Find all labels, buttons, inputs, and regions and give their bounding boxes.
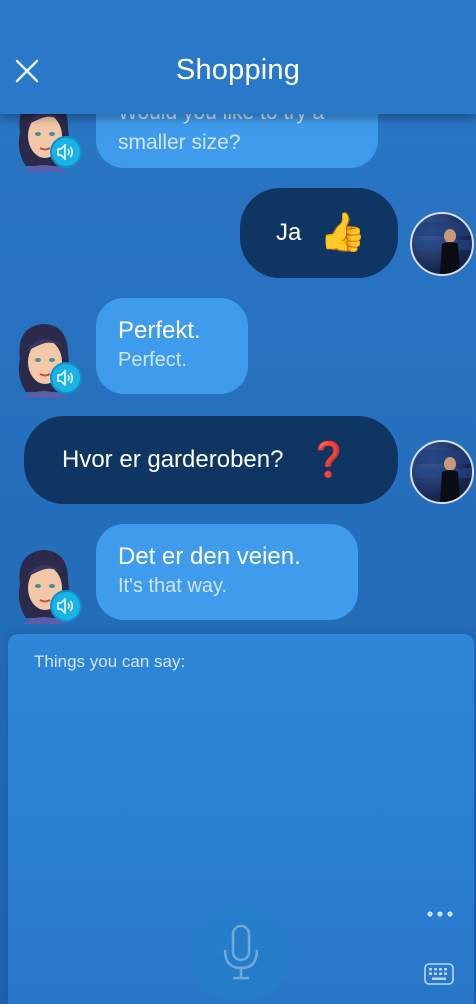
speaker-button[interactable] — [50, 136, 82, 168]
suggestions-panel: Things you can say: — [8, 634, 474, 1004]
thumbs-up-icon: 👍 — [319, 212, 367, 254]
microphone-icon — [223, 924, 259, 980]
question-mark-icon: ❓ — [307, 441, 350, 479]
message-translation: Perfect. — [118, 349, 187, 371]
message-text: Perfekt. — [118, 317, 201, 344]
speaker-icon — [57, 598, 73, 614]
page-title: Shopping — [175, 54, 301, 86]
more-dots-icon — [427, 911, 453, 917]
keyboard-button[interactable] — [422, 960, 456, 988]
message-text: Hvor er garderoben? — [62, 446, 284, 473]
speaker-icon — [57, 144, 73, 160]
speaker-icon — [57, 370, 73, 386]
message-text: Det er den veien. — [118, 543, 301, 570]
message-translation: It's that way. — [118, 575, 228, 597]
message-text: Ja — [276, 219, 302, 246]
tutor-message: Perfekt. Perfect. — [96, 298, 248, 394]
message-translation: smaller size? — [118, 131, 241, 154]
tutor-message: Det er den veien. It's that way. — [96, 524, 358, 620]
header-bar: Shopping — [0, 0, 476, 114]
user-avatar — [410, 440, 474, 504]
speaker-button[interactable] — [50, 590, 82, 622]
suggestions-label: Things you can say: — [34, 652, 186, 671]
user-message: Ja 👍 — [240, 188, 398, 278]
more-button[interactable] — [422, 902, 458, 926]
keyboard-icon — [424, 963, 454, 985]
user-message: Hvor er garderoben? ❓ — [24, 416, 398, 504]
user-avatar — [410, 212, 474, 276]
speaker-button[interactable] — [50, 362, 82, 394]
microphone-button[interactable] — [192, 904, 290, 1002]
